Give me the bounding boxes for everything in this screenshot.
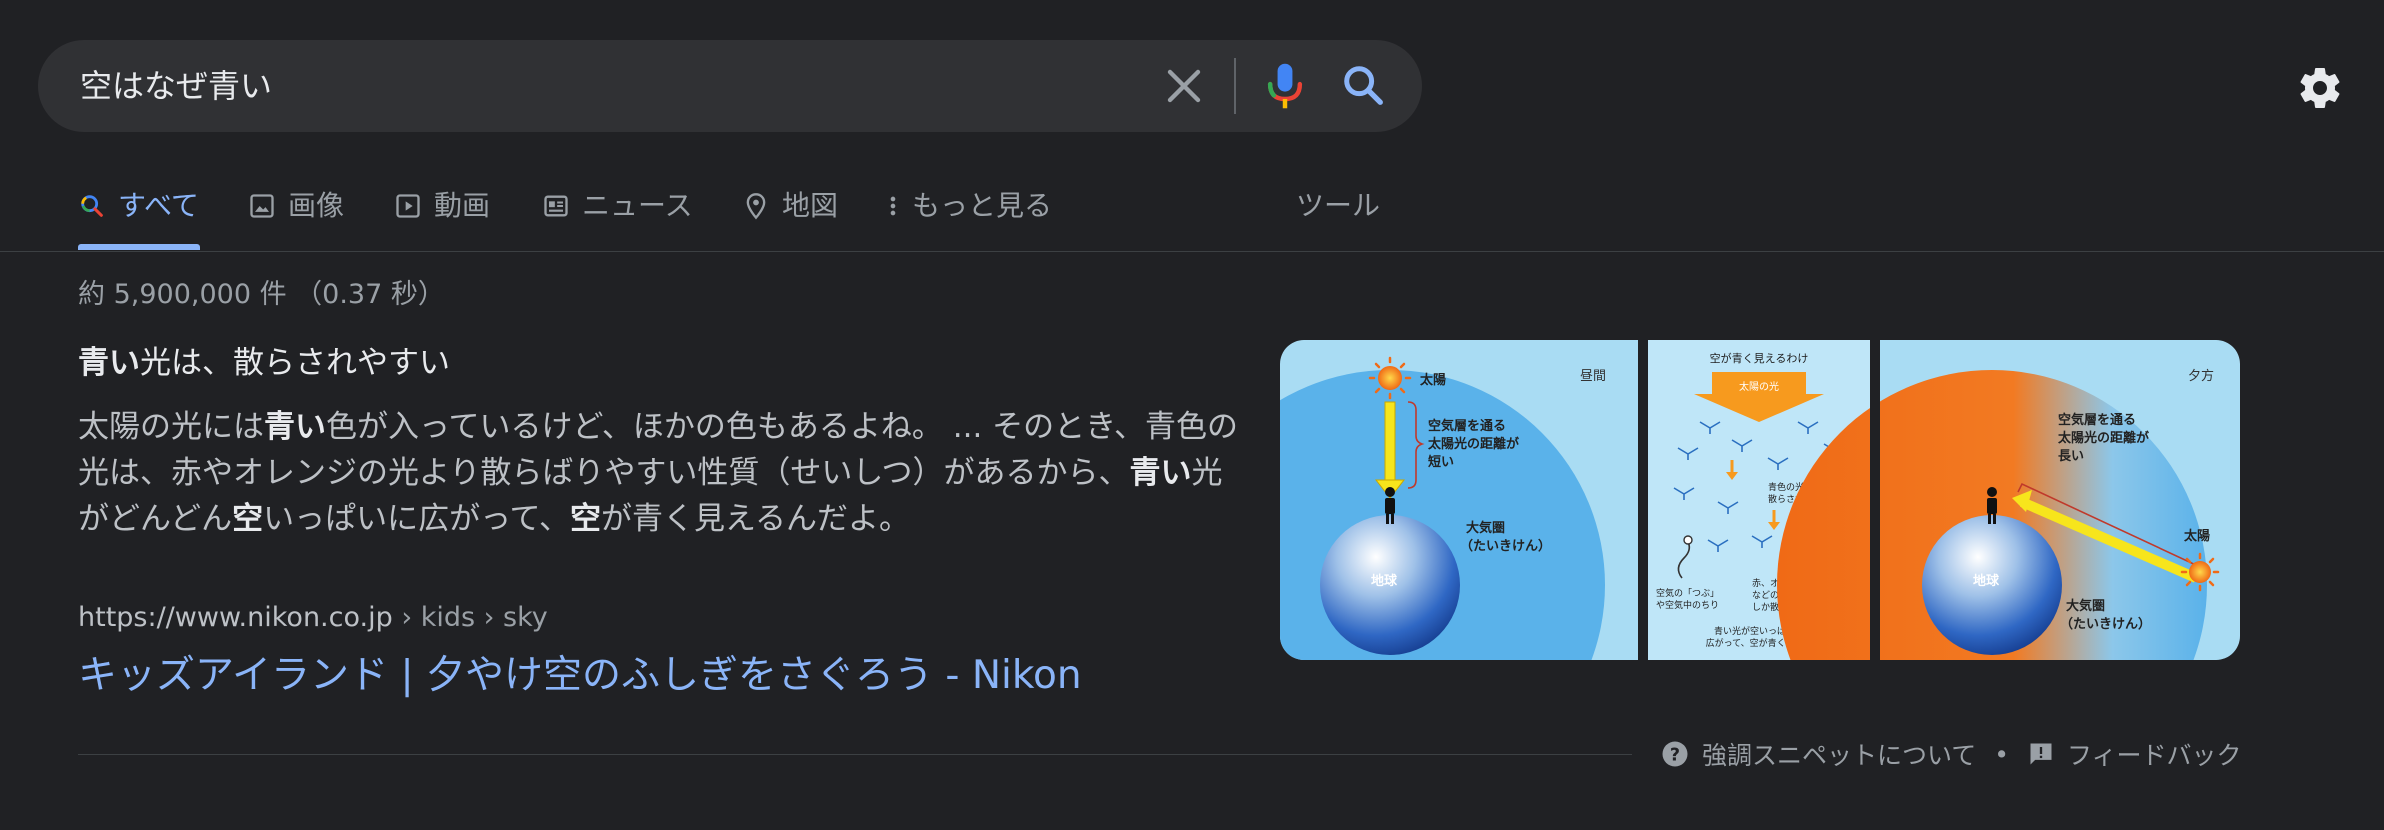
image-icon — [250, 194, 274, 218]
cite-path: › kids › sky — [392, 602, 548, 633]
sunlight-label: 太陽の光 — [1739, 380, 1779, 393]
particle-text: 空気の「つぶ」 — [1656, 587, 1719, 599]
time-label: 昼間 — [1580, 369, 1606, 384]
tools-label: ツール — [1296, 189, 1381, 222]
tab-label: ニュース — [582, 189, 693, 222]
atmosphere-label: （たいきけん） — [1460, 538, 1551, 554]
snippet-text: いっぱいに広がって、 — [263, 501, 570, 537]
snippet-heading: 青い光は、散らされやすい — [78, 340, 450, 386]
snippet-text: 太陽の光には — [78, 409, 264, 445]
tab-label: 画像 — [288, 189, 345, 222]
snippet-heading-bold: 青い — [78, 345, 140, 381]
snippet-divider — [78, 754, 1632, 755]
earth-label: 地球 — [1371, 573, 1398, 589]
snippet-body: 太陽の光には青い色が入っているけど、ほかの色もあるよね。 ... そのとき、青色… — [78, 404, 1250, 542]
feedback-label: フィードバック — [2067, 741, 2242, 770]
tab-label: もっと見る — [912, 189, 1053, 222]
map-pin-icon — [746, 193, 766, 220]
footer-separator: • — [1994, 739, 2010, 769]
sun-label: 太陽 — [1419, 372, 1446, 388]
feedback-link[interactable]: フィードバック — [2027, 736, 2242, 772]
play-icon — [396, 194, 420, 218]
diagram-title: 空が青く見えるわけ — [1710, 351, 1809, 365]
snippet-emphasis: 青い — [1129, 455, 1192, 491]
snippet-emphasis: 空 — [232, 501, 264, 537]
feedback-icon — [2030, 743, 2052, 765]
distance-label: 長い — [2058, 449, 2084, 464]
daytime-diagram: 地球 太陽 昼間 空気層を通る 太陽光の距離が 短い 大気圏 （たいきけん） — [1280, 340, 1638, 660]
news-icon — [544, 195, 568, 217]
tab-more[interactable]: もっと見る — [886, 180, 1052, 232]
tab-label: 動画 — [434, 189, 491, 222]
svg-text:?: ? — [1670, 745, 1680, 765]
tools-button[interactable]: ツール — [1296, 180, 1380, 232]
sun-label: 太陽 — [2183, 528, 2210, 544]
help-icon: ? — [1662, 741, 1688, 767]
search-icon[interactable] — [1340, 62, 1386, 108]
snippet-heading-text: 光は、散らされやすい — [140, 345, 450, 381]
atmosphere-label: 大気圏 — [2066, 598, 2105, 614]
atmosphere-label: 大気圏 — [1466, 520, 1505, 536]
time-label: 夕方 — [2188, 368, 2214, 384]
tab-videos[interactable]: 動画 — [394, 180, 490, 232]
result-stats: 約 5,900,000 件 （0.37 秒） — [78, 279, 445, 310]
about-snippet-label: 強調スニペットについて — [1702, 741, 1977, 770]
tab-news[interactable]: ニュース — [542, 180, 693, 232]
particle-text: や空気中のちり — [1656, 599, 1719, 611]
clear-icon[interactable] — [1160, 62, 1208, 110]
tab-all[interactable]: すべて — [78, 180, 199, 232]
distance-label: 短い — [1428, 454, 1454, 470]
distance-label: 太陽光の距離が — [2057, 430, 2149, 446]
distance-label: 空気層を通る — [2058, 412, 2136, 428]
earth-label: 地球 — [1973, 573, 2000, 589]
distance-label: 太陽光の距離が — [1427, 436, 1519, 452]
result-title-link[interactable]: キッズアイランド | 夕やけ空のふしぎをさぐろう - Nikon — [78, 648, 1082, 704]
snippet-text: が青く見えるんだよ。 — [600, 501, 911, 537]
result-url: https://www.nikon.co.jp › kids › sky — [78, 598, 548, 638]
snippet-footer: ? 強調スニペットについて • フィードバック — [1660, 734, 2242, 774]
tab-maps[interactable]: 地図 — [742, 180, 838, 232]
snippet-emphasis: 青い — [264, 409, 326, 445]
snippet-images[interactable]: 地球 太陽 昼間 空気層を通る 太陽光の距離が 短い 大気圏 （たいきけん） 空… — [1280, 340, 2240, 660]
search-input[interactable]: 空はなぜ青い — [80, 40, 272, 132]
about-snippet-link[interactable]: ? 強調スニペットについて — [1660, 736, 1976, 772]
cite-domain: https://www.nikon.co.jp — [78, 602, 393, 633]
atmosphere-label: （たいきけん） — [2060, 616, 2151, 632]
tab-label: すべて — [118, 189, 199, 222]
search-divider — [1234, 58, 1236, 114]
distance-label: 空気層を通る — [1428, 418, 1506, 434]
search-icon — [81, 195, 103, 217]
tab-images[interactable]: 画像 — [248, 180, 344, 232]
tabs-divider — [0, 251, 2384, 252]
active-tab-indicator — [78, 244, 200, 250]
settings-gear-icon[interactable] — [2296, 64, 2344, 112]
more-vert-icon — [890, 196, 896, 216]
microphone-icon[interactable] — [1262, 60, 1308, 112]
tab-label: 地図 — [782, 189, 839, 222]
snippet-emphasis: 空 — [569, 501, 601, 537]
